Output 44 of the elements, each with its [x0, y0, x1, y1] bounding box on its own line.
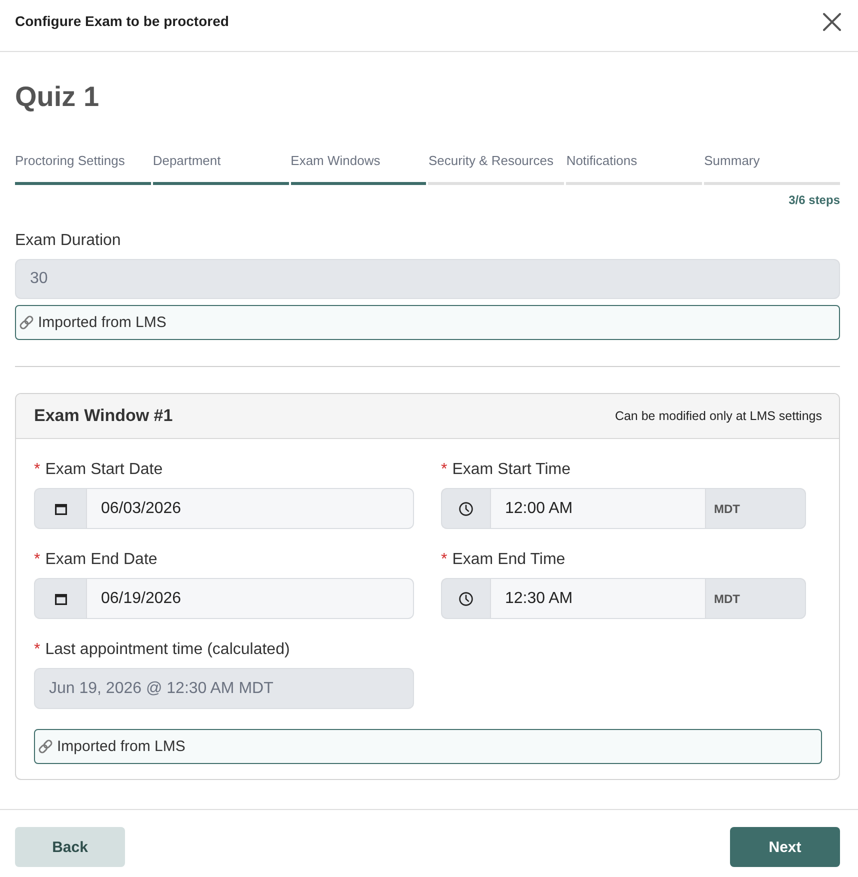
time-field[interactable]: 12:30 AM — [490, 578, 706, 619]
exam-title: Quiz 1 — [15, 80, 100, 114]
required-mark: * — [34, 640, 40, 660]
field-label: Exam Start Time — [452, 460, 570, 480]
step-label: Exam Windows — [290, 153, 380, 169]
time-field[interactable]: 12:00 AM — [490, 488, 706, 529]
timezone-label: MDT — [706, 488, 806, 529]
link-icon — [18, 314, 35, 331]
calendar-button[interactable] — [34, 488, 86, 529]
notice-text: Imported from LMS — [38, 314, 166, 331]
required-mark: * — [441, 550, 448, 570]
step-label: Proctoring Settings — [15, 153, 125, 169]
date-field[interactable]: 06/19/2026 — [86, 578, 414, 619]
close-icon — [823, 13, 841, 31]
card-title: Exam Window #1 — [34, 406, 173, 426]
step-label: Summary — [704, 153, 760, 169]
date-field[interactable]: 06/03/2026 — [86, 488, 414, 529]
card-hint: Can be modified only at LMS settings — [614, 409, 822, 423]
clock-icon — [459, 502, 473, 516]
notice-text: Imported from LMS — [57, 738, 186, 755]
clock-icon — [459, 592, 473, 606]
close-button[interactable] — [823, 13, 841, 31]
field-label: Exam Duration — [15, 231, 121, 251]
step-label: Notifications — [566, 153, 638, 169]
step-label: Security & Resources — [428, 153, 554, 169]
field-label: Exam Start Date — [45, 460, 163, 480]
calendar-icon — [54, 502, 66, 514]
next-button[interactable]: Next — [730, 827, 840, 867]
step-count: 3/6 steps — [788, 193, 840, 208]
calendar-button[interactable] — [34, 578, 86, 619]
dialog-title: Configure Exam to be proctored — [15, 13, 229, 30]
link-icon — [37, 738, 54, 755]
field-label: Exam End Time — [452, 550, 566, 570]
field-label: Last appointment time (calculated) — [45, 640, 290, 660]
field-label: Exam End Date — [45, 550, 158, 570]
required-mark: * — [441, 460, 448, 480]
calendar-icon — [54, 592, 66, 604]
timezone-label: MDT — [706, 578, 806, 619]
clock-button[interactable] — [441, 578, 490, 619]
required-mark: * — [34, 460, 40, 480]
step-label: Department — [152, 153, 221, 169]
clock-button[interactable] — [441, 488, 490, 529]
required-mark: * — [34, 550, 40, 570]
back-button[interactable]: Back — [15, 827, 125, 867]
